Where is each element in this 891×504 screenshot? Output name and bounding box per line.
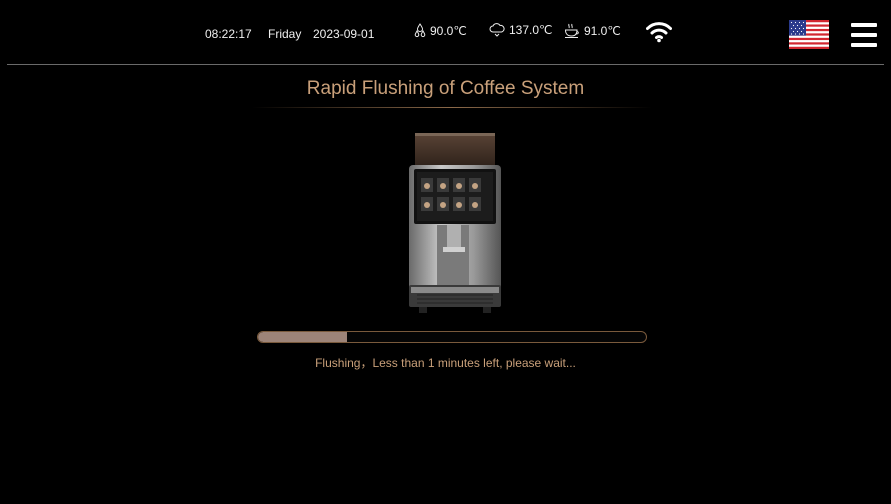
wifi-icon[interactable] <box>646 21 672 43</box>
weekday: Friday <box>268 27 302 41</box>
top-status-bar: 08:22:17 Friday 2023-09-01 90.0℃ 137.0℃ <box>7 7 884 65</box>
cup-temperature: 91.0℃ <box>564 23 621 39</box>
us-flag-icon[interactable] <box>789 20 829 49</box>
page-title: Rapid Flushing of Coffee System <box>306 78 585 99</box>
title-divider <box>252 107 652 108</box>
steam-temp-value: 137.0℃ <box>509 23 553 37</box>
flushing-status-message: Flushing，Less than 1 minutes left, pleas… <box>315 356 576 370</box>
flushing-progress-bar <box>257 331 647 343</box>
progress-fill <box>258 332 348 342</box>
hot-cup-icon <box>564 23 579 38</box>
cup-temp-value: 91.0℃ <box>584 24 621 38</box>
app-screen: 08:22:17 Friday 2023-09-01 90.0℃ 137.0℃ <box>7 7 884 497</box>
water-drops-icon <box>414 23 426 38</box>
clock-time: 08:22:17 <box>205 27 252 41</box>
water-temperature: 90.0℃ <box>414 23 467 39</box>
steam-temperature: 137.0℃ <box>489 23 553 37</box>
water-temp-value: 90.0℃ <box>430 24 467 38</box>
coffee-machine-image <box>409 133 501 313</box>
steam-cloud-icon <box>489 23 505 37</box>
date: 2023-09-01 <box>313 27 375 41</box>
hamburger-menu-icon[interactable] <box>851 22 877 48</box>
